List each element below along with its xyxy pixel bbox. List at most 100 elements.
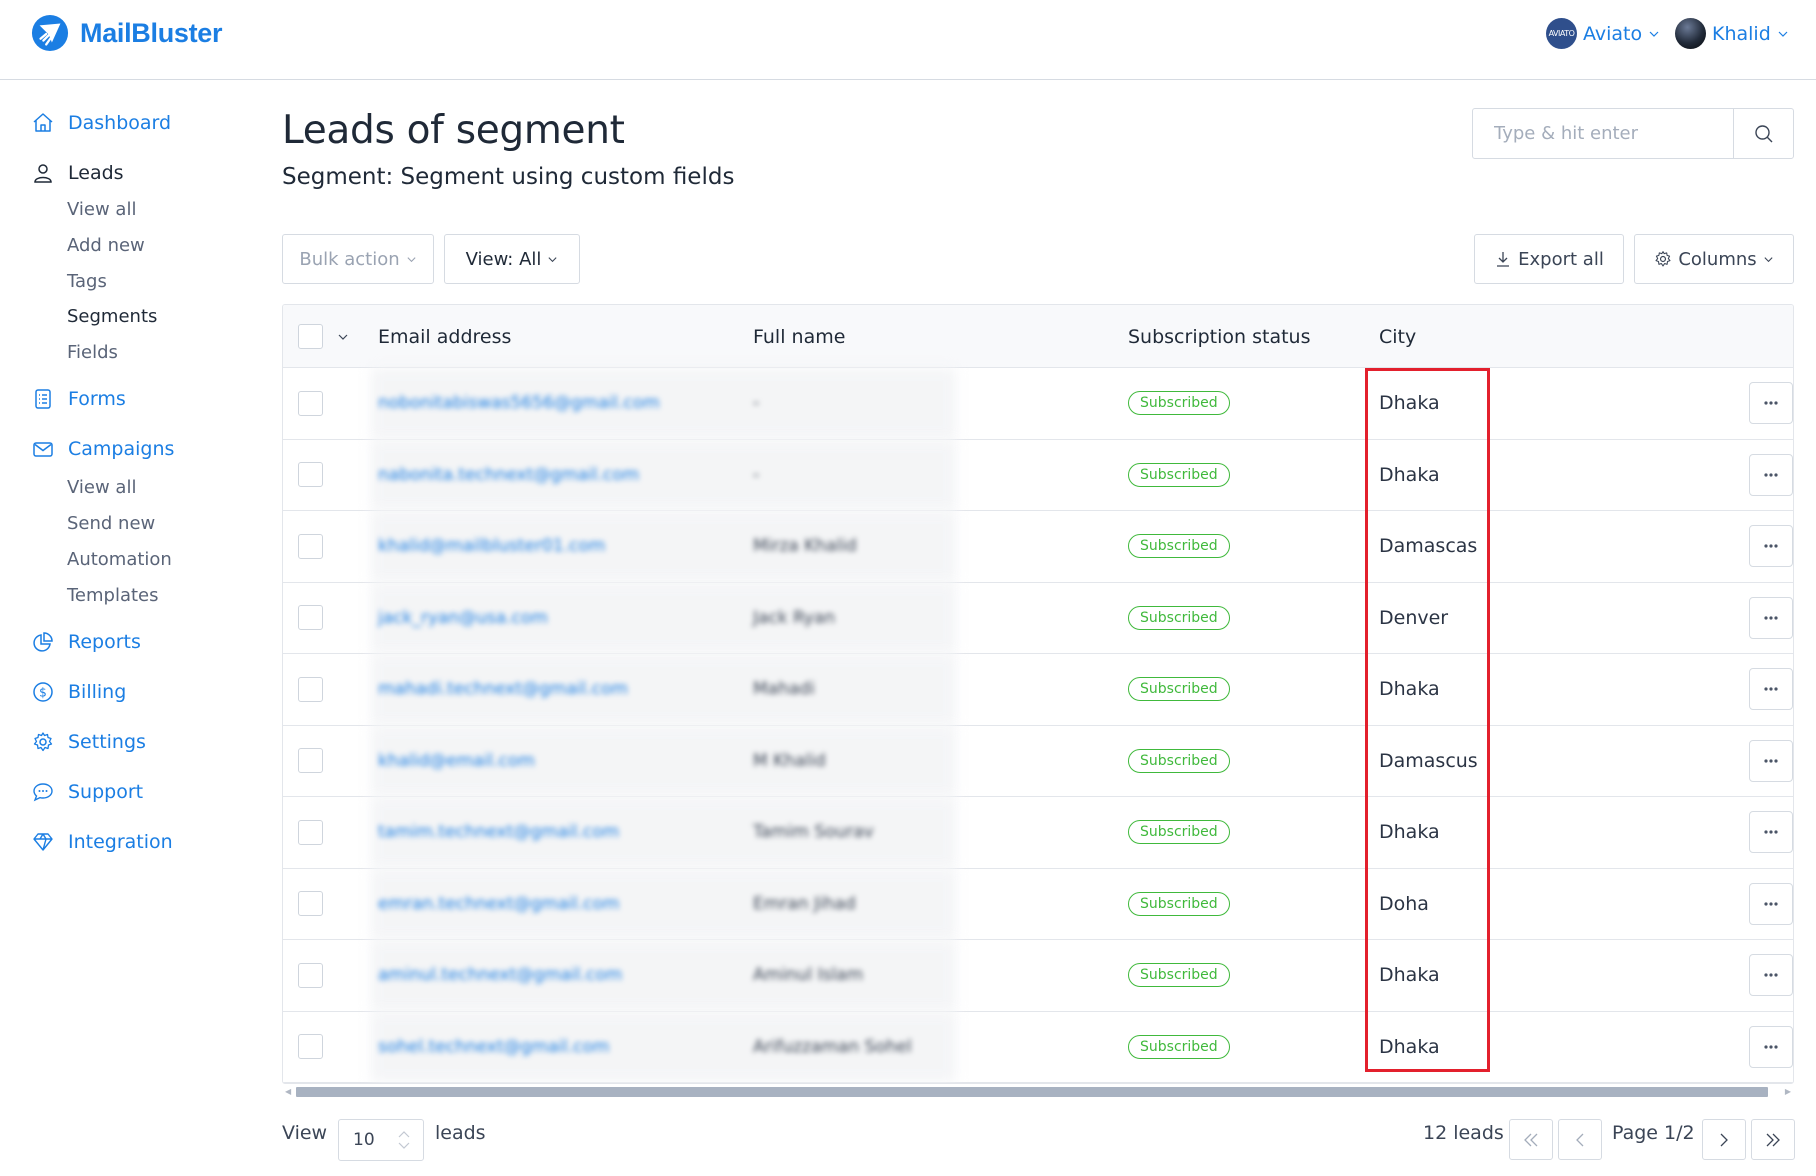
sidebar-item-label: Integration <box>68 831 173 853</box>
row-checkbox[interactable] <box>298 891 323 916</box>
row-actions-button[interactable] <box>1749 668 1793 710</box>
lead-full-name: - <box>753 464 760 485</box>
row-actions-button[interactable] <box>1749 453 1793 496</box>
export-all-button[interactable]: Export all <box>1474 234 1624 284</box>
pie-chart-icon <box>31 630 55 654</box>
view-filter-dropdown[interactable]: View: All <box>444 234 580 284</box>
row-actions-button[interactable] <box>1749 596 1793 639</box>
next-page-button[interactable] <box>1702 1119 1746 1160</box>
select-all-control <box>298 305 349 368</box>
lead-email-link[interactable]: aminul.technext@gmail.com <box>378 940 622 1010</box>
view-label: View <box>282 1122 328 1144</box>
sidebar-subitem-send-new[interactable]: Send new <box>67 513 155 534</box>
column-header-full-name[interactable]: Full name <box>753 305 845 368</box>
diamond-icon <box>31 830 55 854</box>
last-page-button[interactable] <box>1751 1119 1795 1160</box>
row-checkbox[interactable] <box>298 962 323 988</box>
row-checkbox[interactable] <box>298 462 323 487</box>
stepper-arrows-icon[interactable] <box>397 1128 411 1152</box>
lead-email-link[interactable]: emran.technext@gmail.com <box>378 869 619 939</box>
sidebar-item-support[interactable]: Support <box>31 780 143 804</box>
lead-email-link[interactable]: mahadi.technext@gmail.com <box>378 654 628 724</box>
first-page-button[interactable] <box>1509 1119 1553 1160</box>
mailbluster-logo-icon <box>31 14 69 52</box>
double-chevron-left-icon <box>1524 1133 1538 1146</box>
scroll-right-arrow-icon[interactable]: ▶ <box>1785 1087 1791 1096</box>
row-checkbox[interactable] <box>298 1034 323 1059</box>
lead-email-link[interactable]: khalid@email.com <box>378 726 535 796</box>
search-input[interactable] <box>1473 109 1733 158</box>
lead-email-link[interactable]: nabonita.technext@gmail.com <box>378 440 639 510</box>
row-actions-button[interactable] <box>1749 739 1793 782</box>
horizontal-scrollbar[interactable]: ◀ ▶ <box>282 1085 1794 1097</box>
lead-email-link[interactable]: khalid@mailbluster01.com <box>378 511 605 581</box>
sidebar-item-reports[interactable]: Reports <box>31 630 141 654</box>
columns-dropdown[interactable]: Columns <box>1634 234 1794 284</box>
sidebar-item-billing[interactable]: $ Billing <box>31 680 126 704</box>
row-actions-cell <box>1749 511 1793 581</box>
select-all-checkbox[interactable] <box>298 324 323 349</box>
row-checkbox[interactable] <box>298 676 323 702</box>
scroll-left-arrow-icon[interactable]: ◀ <box>285 1087 291 1096</box>
table-row: aminul.technext@gmail.com Aminul Islam S… <box>283 940 1793 1012</box>
sidebar-subitem-leads-add-new[interactable]: Add new <box>67 235 145 256</box>
user-menu-khalid[interactable]: Khalid <box>1675 18 1789 49</box>
brand-logo[interactable]: MailBluster <box>31 14 223 52</box>
search-button[interactable] <box>1733 109 1793 158</box>
ellipsis-icon <box>1764 401 1778 405</box>
sidebar-item-settings[interactable]: Settings <box>31 730 146 754</box>
lead-full-name: M Khalid <box>753 750 826 771</box>
row-checkbox-cell <box>298 440 323 510</box>
row-checkbox[interactable] <box>298 605 323 630</box>
ellipsis-icon <box>1764 758 1778 763</box>
sidebar-item-integration[interactable]: Integration <box>31 830 173 854</box>
sidebar-subitem-campaigns-view-all[interactable]: View all <box>67 477 136 498</box>
lead-email-link[interactable]: nobonitabiswas5656@gmail.com <box>378 368 660 438</box>
row-checkbox[interactable] <box>298 819 323 845</box>
chevron-down-icon <box>548 256 557 262</box>
status-badge: Subscribed <box>1128 1034 1230 1059</box>
row-checkbox-cell <box>298 869 323 939</box>
sidebar-subitem-segments[interactable]: Segments <box>67 306 157 327</box>
lead-city: Dhaka <box>1379 463 1440 486</box>
row-checkbox[interactable] <box>298 390 323 416</box>
sidebar-subitem-automation[interactable]: Automation <box>67 549 172 570</box>
row-checkbox[interactable] <box>298 533 323 559</box>
row-checkbox[interactable] <box>298 748 323 773</box>
table-row: mahadi.technext@gmail.com Mahadi Subscri… <box>283 654 1793 726</box>
home-icon <box>31 111 55 135</box>
lead-email-link[interactable]: sohel.technext@gmail.com <box>378 1012 609 1082</box>
sidebar-item-dashboard[interactable]: Dashboard <box>31 111 171 135</box>
sidebar-item-label: Leads <box>68 162 124 184</box>
row-actions-button[interactable] <box>1749 882 1793 925</box>
status-cell: Subscribed <box>1128 511 1230 581</box>
row-actions-button[interactable] <box>1749 382 1793 424</box>
sidebar-subitem-tags[interactable]: Tags <box>67 271 107 292</box>
chevron-down-icon <box>407 256 416 262</box>
sidebar-subitem-fields[interactable]: Fields <box>67 342 118 363</box>
lead-email-link[interactable]: tamim.technext@gmail.com <box>378 797 619 867</box>
row-actions-cell <box>1749 869 1793 939</box>
sidebar-item-campaigns[interactable]: Campaigns <box>31 437 174 461</box>
row-actions-button[interactable] <box>1749 954 1793 996</box>
row-actions-cell <box>1749 440 1793 510</box>
column-header-city[interactable]: City <box>1379 305 1416 368</box>
sidebar-subitem-templates[interactable]: Templates <box>67 585 159 606</box>
per-page-stepper[interactable]: 10 <box>338 1119 424 1161</box>
previous-page-button[interactable] <box>1558 1119 1602 1160</box>
sidebar-item-leads[interactable]: Leads <box>31 161 124 185</box>
status-cell: Subscribed <box>1128 654 1230 724</box>
chevron-down-icon[interactable] <box>337 331 349 343</box>
column-header-subscription-status[interactable]: Subscription status <box>1128 305 1310 368</box>
ellipsis-icon <box>1764 544 1778 548</box>
account-switcher-aviato[interactable]: AVIATO Aviato <box>1546 18 1660 49</box>
row-actions-button[interactable] <box>1749 811 1793 853</box>
row-actions-button[interactable] <box>1749 1025 1793 1068</box>
sidebar-subitem-leads-view-all[interactable]: View all <box>67 199 136 220</box>
sidebar-item-forms[interactable]: Forms <box>31 387 126 411</box>
row-actions-button[interactable] <box>1749 525 1793 567</box>
column-header-email[interactable]: Email address <box>378 305 511 368</box>
bulk-action-dropdown[interactable]: Bulk action <box>282 234 434 284</box>
lead-email-link[interactable]: jack_ryan@usa.com <box>378 583 548 653</box>
scrollbar-thumb[interactable] <box>296 1087 1768 1097</box>
